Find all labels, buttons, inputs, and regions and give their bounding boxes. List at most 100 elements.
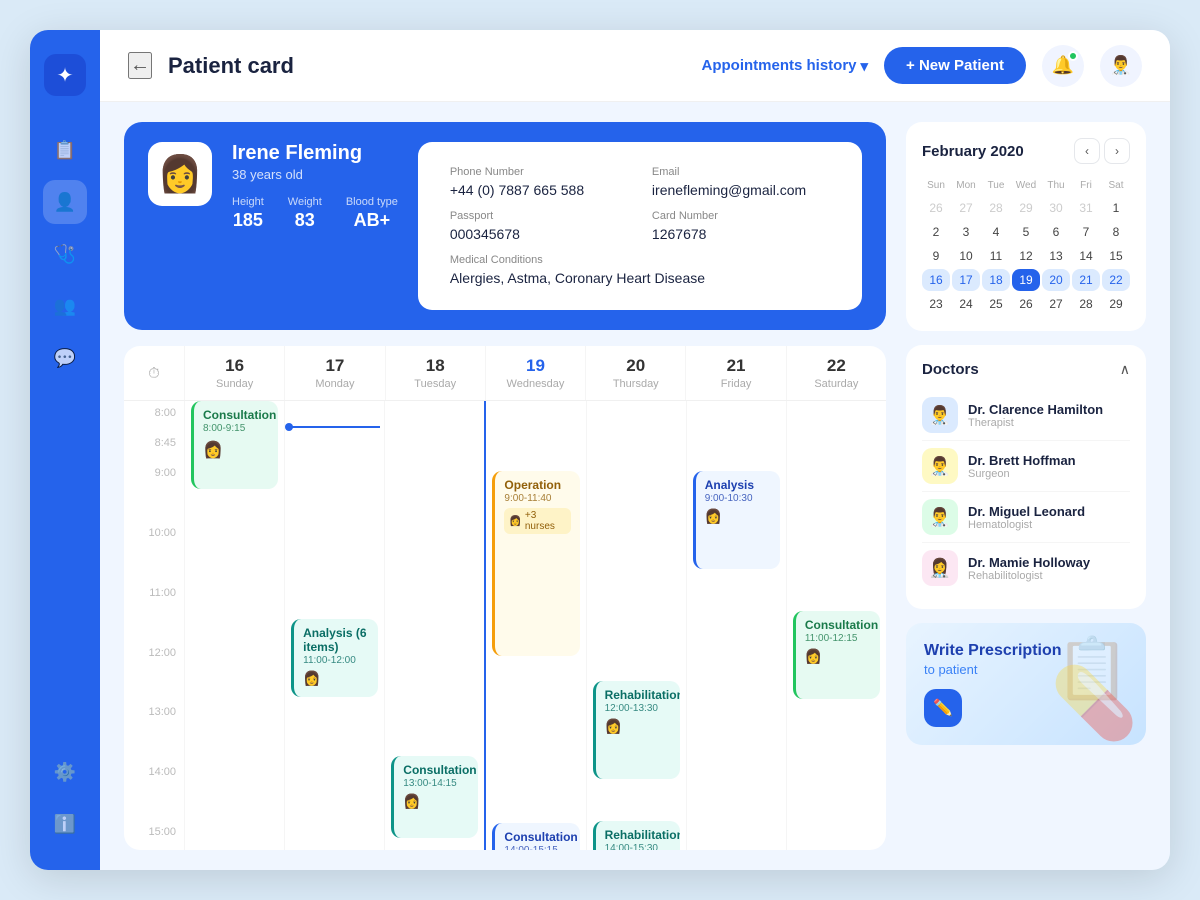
sidebar-item-settings[interactable]: ⚙️ (43, 750, 87, 794)
sidebar-bottom: ⚙️ ℹ️ (43, 750, 87, 846)
mini-day-28[interactable]: 28 (1072, 293, 1100, 315)
mini-day-11[interactable]: 11 (982, 245, 1010, 267)
event-consultation-sun[interactable]: Consultation 8:00-9:15 👩 (191, 401, 278, 489)
event-rehabilitation-thu1[interactable]: Rehabilitation 12:00-13:30 👩 (593, 681, 680, 779)
mini-day-28[interactable]: 28 (982, 197, 1010, 219)
doctor-miguel[interactable]: 👨‍⚕️ Dr. Miguel Leonard Hematologist (922, 492, 1130, 543)
day-header-thu[interactable]: 20 Thursday (585, 346, 685, 400)
event-time: 13:00-14:15 (403, 778, 469, 789)
email-label: Email (652, 166, 830, 178)
mini-day-20[interactable]: 20 (1042, 269, 1070, 291)
sidebar-item-patient[interactable]: 👤 (43, 180, 87, 224)
weight-label: Weight (288, 196, 322, 208)
mini-day-25[interactable]: 25 (982, 293, 1010, 315)
mini-day-5[interactable]: 5 (1012, 221, 1040, 243)
mini-day-15[interactable]: 15 (1102, 245, 1130, 267)
event-operation-wed[interactable]: Operation 9:00-11:40 👩+3 nurses (492, 471, 579, 656)
mini-day-1[interactable]: 1 (1102, 197, 1130, 219)
back-icon: ← (130, 54, 150, 77)
weekly-calendar: ⏱ 16 Sunday 17 Monday 18 Tuesday (124, 346, 886, 850)
sidebar-item-team[interactable]: 👥 (43, 284, 87, 328)
mini-day-9[interactable]: 9 (922, 245, 950, 267)
time-1400: 14:00 (124, 760, 184, 790)
mini-day-13[interactable]: 13 (1042, 245, 1070, 267)
time-1300: 13:00 (124, 700, 184, 730)
doctors-collapse-button[interactable]: ∧ (1120, 361, 1130, 378)
mini-day-31[interactable]: 31 (1072, 197, 1100, 219)
day-label-fri: Friday (686, 378, 785, 390)
phone-group: Phone Number +44 (0) 7887 665 588 (438, 160, 640, 204)
mini-day-18[interactable]: 18 (982, 269, 1010, 291)
mini-calendar-nav: ‹ › (1074, 138, 1130, 164)
day-header-tue[interactable]: 18 Tuesday (385, 346, 485, 400)
event-consultation-tue[interactable]: Consultation 13:00-14:15 👩 (391, 756, 478, 838)
doctor-brett-avatar: 👨‍⚕️ (922, 448, 958, 484)
mini-day-26b[interactable]: 26 (1012, 293, 1040, 315)
mini-day-29b[interactable]: 29 (1102, 293, 1130, 315)
sidebar-item-chat[interactable]: 💬 (43, 336, 87, 380)
next-month-button[interactable]: › (1104, 138, 1130, 164)
mini-day-30[interactable]: 30 (1042, 197, 1070, 219)
height-value: 185 (232, 210, 264, 231)
day-header-sun[interactable]: 16 Sunday (184, 346, 284, 400)
event-analysis-mon[interactable]: Analysis (6 items) 11:00-12:00 👩 (291, 619, 378, 697)
doctor-clarence[interactable]: 👨‍⚕️ Dr. Clarence Hamilton Therapist (922, 390, 1130, 441)
mini-day-26[interactable]: 26 (922, 197, 950, 219)
mini-day-12[interactable]: 12 (1012, 245, 1040, 267)
mini-day-29[interactable]: 29 (1012, 197, 1040, 219)
mini-day-16[interactable]: 16 (922, 269, 950, 291)
sidebar-item-clipboard[interactable]: 📋 (43, 128, 87, 172)
mini-day-3[interactable]: 3 (952, 221, 980, 243)
event-consultation-sat[interactable]: Consultation 11:00-12:15 👩 (793, 611, 880, 699)
mini-day-27b[interactable]: 27 (1042, 293, 1070, 315)
mini-day-22[interactable]: 22 (1102, 269, 1130, 291)
mini-day-21[interactable]: 21 (1072, 269, 1100, 291)
event-rehabilitation-thu2[interactable]: Rehabilitation 14:00-15:30 👩 (593, 821, 680, 850)
sidebar-item-doctor[interactable]: 🩺 (43, 232, 87, 276)
event-analysis-fri[interactable]: Analysis 9:00-10:30 👩 (693, 471, 780, 569)
appointments-history-button[interactable]: Appointments history ▾ (702, 57, 869, 75)
mini-day-27[interactable]: 27 (952, 197, 980, 219)
new-patient-button[interactable]: + New Patient (884, 47, 1026, 84)
prev-month-button[interactable]: ‹ (1074, 138, 1100, 164)
mini-day-8[interactable]: 8 (1102, 221, 1130, 243)
content-area: 👩 Irene Fleming 38 years old Height 185 … (100, 102, 1170, 870)
back-button[interactable]: ← (128, 52, 152, 79)
event-consultation-wed[interactable]: Consultation 14:00-15:15 👩 (492, 823, 579, 850)
doctor-miguel-info: Dr. Miguel Leonard Hematologist (968, 504, 1130, 531)
patient-name: Irene Fleming (232, 142, 398, 165)
event-time: 9:00-10:30 (705, 493, 771, 504)
mini-day-7[interactable]: 7 (1072, 221, 1100, 243)
time-1200: 12:00 (124, 641, 184, 671)
day-header-sat[interactable]: 22 Saturday (786, 346, 886, 400)
right-panel: February 2020 ‹ › Sun Mon Tue Wed Thu Fr… (906, 122, 1146, 850)
mini-day-6[interactable]: 6 (1042, 221, 1070, 243)
height-stat: Height 185 (232, 196, 264, 231)
mini-day-24[interactable]: 24 (952, 293, 980, 315)
mini-day-19[interactable]: 19 (1012, 269, 1040, 291)
day-label-tue: Tue (982, 176, 1010, 195)
mini-day-14[interactable]: 14 (1072, 245, 1100, 267)
time-1130 (124, 611, 184, 641)
doctor-brett[interactable]: 👨‍⚕️ Dr. Brett Hoffman Surgeon (922, 441, 1130, 492)
sidebar-item-info[interactable]: ℹ️ (43, 802, 87, 846)
day-num-16: 16 (185, 356, 284, 376)
mini-day-10[interactable]: 10 (952, 245, 980, 267)
day-header-wed[interactable]: 19 Wednesday (485, 346, 585, 400)
mini-calendar-title: February 2020 (922, 143, 1024, 160)
mini-day-17[interactable]: 17 (952, 269, 980, 291)
mini-day-4[interactable]: 4 (982, 221, 1010, 243)
user-profile-button[interactable]: 👨‍⚕️ (1100, 45, 1142, 87)
prescription-write-button[interactable]: ✏️ (924, 689, 962, 727)
blood-type-label: Blood type (346, 196, 398, 208)
calendar-body: 8:00 8:45 9:00 10:00 11:00 12:00 13:00 (124, 401, 886, 850)
day-header-mon[interactable]: 17 Monday (284, 346, 384, 400)
doctor-mamie[interactable]: 👩‍⚕️ Dr. Mamie Holloway Rehabilitologist (922, 543, 1130, 593)
day-label-sat: Sat (1102, 176, 1130, 195)
time-1100: 11:00 (124, 581, 184, 611)
mini-day-23[interactable]: 23 (922, 293, 950, 315)
notification-button[interactable]: 🔔 (1042, 45, 1084, 87)
mini-day-2[interactable]: 2 (922, 221, 950, 243)
day-header-fri[interactable]: 21 Friday (685, 346, 785, 400)
new-patient-label: + New Patient (906, 57, 1004, 74)
